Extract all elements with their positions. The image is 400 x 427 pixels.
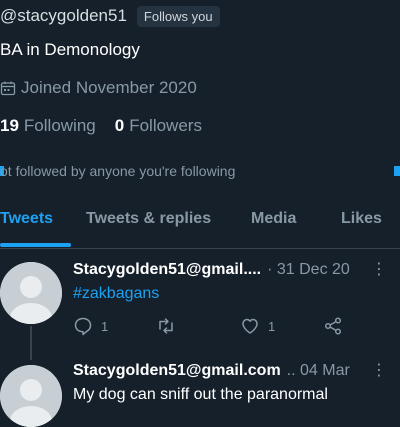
tweet-header: Stacygolden51@gmail.com .. 04 Mar	[73, 362, 350, 380]
avatar[interactable]	[0, 365, 62, 427]
following-label: Following	[23, 116, 96, 135]
more-icon[interactable]: ⋮	[371, 360, 387, 380]
followers-link[interactable]: 0 Followers	[115, 116, 202, 136]
tab-likes[interactable]: Likes	[341, 210, 382, 228]
reply-count: 1	[101, 318, 109, 334]
profile-bio: BA in Demonology	[0, 40, 140, 59]
more-icon[interactable]: ⋮	[371, 259, 387, 279]
tweet-text: My dog can sniff out the paranormal	[73, 386, 328, 403]
tweet-author-name[interactable]: Stacygolden51@gmail.com	[73, 362, 281, 380]
tweet-date[interactable]: .. 04 Mar	[287, 362, 350, 380]
followers-label: Followers	[129, 116, 202, 135]
retweet-button[interactable]	[156, 316, 184, 336]
tweet-text: #zakbagans	[73, 285, 159, 303]
tweet-header: Stacygolden51@gmail.... · 31 Dec 20	[73, 261, 350, 279]
profile-handle: @stacygolden51	[0, 6, 127, 25]
selection-handle-right	[394, 166, 400, 176]
following-link[interactable]: 19 Following	[0, 116, 96, 136]
followers-count: 0	[114, 116, 125, 135]
profile-tabs: Tweets Tweets & replies Media Likes	[0, 196, 400, 249]
calendar-icon	[0, 81, 16, 96]
profile-joined: Joined November 2020	[0, 78, 197, 98]
retweet-icon	[159, 318, 173, 334]
share-button[interactable]	[323, 316, 351, 336]
default-avatar-icon	[0, 365, 62, 427]
profile-stats: 19 Following 0 Followers	[0, 116, 221, 136]
tweet-actions: 1 1	[73, 316, 363, 338]
hashtag-link[interactable]: #zakbagans	[73, 285, 159, 302]
share-icon	[324, 317, 342, 335]
reply-icon	[74, 317, 92, 336]
default-avatar-icon	[0, 262, 62, 324]
thread-line	[30, 326, 32, 360]
tab-tweets[interactable]: Tweets	[0, 210, 53, 228]
active-tab-indicator	[0, 243, 71, 247]
following-count: 19	[0, 116, 19, 135]
avatar[interactable]	[0, 262, 62, 324]
not-followed-note: ot followed by anyone you're following	[0, 163, 236, 179]
like-count: 1	[268, 318, 276, 334]
like-button[interactable]: 1	[240, 316, 275, 336]
tweet-author-name[interactable]: Stacygolden51@gmail....	[73, 261, 261, 279]
profile-handle-row: @stacygolden51 Follows you	[0, 4, 220, 28]
tab-tweets-replies[interactable]: Tweets & replies	[86, 210, 211, 228]
tab-media[interactable]: Media	[251, 210, 296, 228]
follows-you-badge: Follows you	[136, 5, 220, 27]
joined-date: Joined November 2020	[21, 78, 197, 97]
reply-button[interactable]: 1	[73, 316, 108, 336]
tweet-date[interactable]: · 31 Dec 20	[267, 261, 350, 279]
like-icon	[242, 318, 258, 334]
